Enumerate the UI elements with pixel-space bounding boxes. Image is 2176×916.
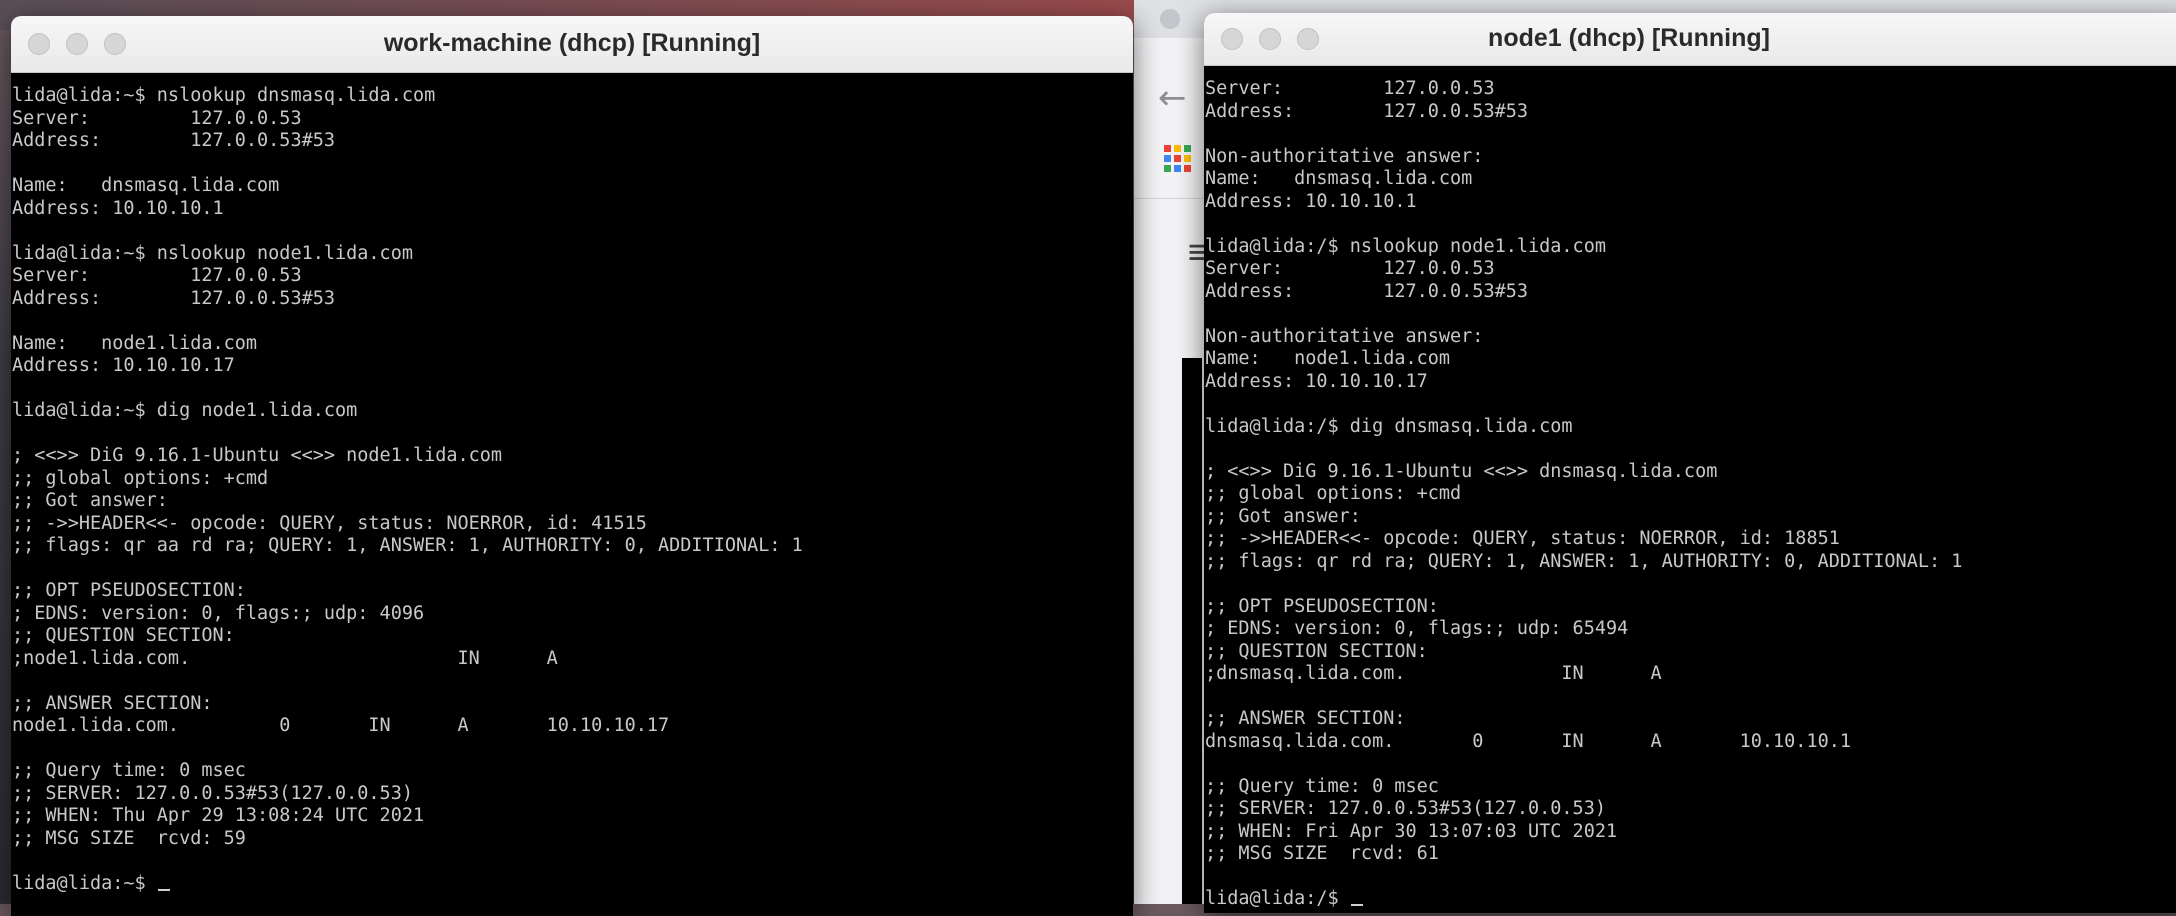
apps-grid-dot: [1184, 145, 1191, 152]
terminal-line: Server: 127.0.0.53: [12, 107, 302, 129]
terminal-line: ;; MSG SIZE rcvd: 61: [1205, 843, 1439, 864]
apps-grid-dot: [1164, 145, 1171, 152]
terminal-line: ;; SERVER: 127.0.0.53#53(127.0.0.53): [12, 782, 413, 804]
background-terminal-edge: [1182, 358, 1202, 904]
terminal-line: ;; OPT PSEUDOSECTION:: [12, 580, 246, 601]
terminal-prompt-line[interactable]: lida@lida:~$: [12, 873, 1133, 896]
arrow-left-icon[interactable]: ←: [1158, 78, 1187, 118]
terminal-cursor: [1350, 904, 1363, 906]
terminal-line: ;; global options: +cmd: [12, 467, 269, 489]
terminal-line: Server: 127.0.0.53: [1205, 78, 1495, 99]
terminal-line: ; EDNS: version: 0, flags:; udp: 65494: [1205, 618, 1629, 639]
terminal-line: ;; Got answer:: [1205, 505, 1361, 527]
terminal-line: ;; global options: +cmd: [1205, 483, 1462, 504]
browser-traffic-light[interactable]: [1160, 9, 1180, 29]
apps-grid-dot: [1174, 165, 1181, 172]
window-title: node1 (dhcp) [Running]: [1488, 24, 1770, 52]
terminal-line: ; EDNS: version: 0, flags:; udp: 4096: [12, 602, 425, 624]
window-titlebar[interactable]: work-machine (dhcp) [Running]: [11, 16, 1133, 73]
terminal-line: Name: dnsmasq.lida.com: [1205, 168, 1473, 189]
apps-grid-dot: [1174, 155, 1181, 162]
apps-grid-icon[interactable]: [1164, 145, 1191, 172]
terminal-line: ;; WHEN: Thu Apr 29 13:08:24 UTC 2021: [12, 805, 425, 826]
terminal-line: ;; flags: qr rd ra; QUERY: 1, ANSWER: 1,…: [1205, 550, 1963, 572]
vm-window-work-machine[interactable]: work-machine (dhcp) [Running] lida@lida:…: [11, 16, 1133, 916]
terminal-line: Non-authoritative answer:: [1205, 145, 1484, 167]
apps-grid-dot: [1184, 155, 1191, 162]
window-title: work-machine (dhcp) [Running]: [383, 29, 761, 57]
apps-grid-dot: [1164, 155, 1171, 162]
terminal-line: Address: 10.10.10.17: [1205, 370, 1428, 392]
terminal-line: ;; ->>HEADER<<- opcode: QUERY, status: N…: [1205, 528, 1840, 549]
terminal-line: lida@lida:/$ dig dnsmasq.lida.com: [1205, 415, 1573, 437]
terminal-prompt-line[interactable]: lida@lida:/$: [1205, 888, 2176, 911]
terminal-line: Address: 127.0.0.53#53: [1205, 280, 1529, 302]
terminal-line: ;dnsmasq.lida.com. IN A: [1205, 663, 1662, 684]
terminal-line: ;; Query time: 0 msec: [12, 760, 246, 781]
terminal-line: Name: dnsmasq.lida.com: [12, 175, 280, 196]
terminal-line: ;; MSG SIZE rcvd: 59: [12, 827, 246, 849]
terminal-prompt: lida@lida:/$: [1205, 888, 1350, 909]
terminal-line: node1.lida.com. 0 IN A 10.10.10.17: [12, 715, 670, 736]
terminal-line: ;; Got answer:: [12, 490, 168, 511]
terminal-line: lida@lida:~$ dig node1.lida.com: [12, 400, 358, 421]
apps-grid-dot: [1174, 145, 1181, 152]
terminal-line: ; <<>> DiG 9.16.1-Ubuntu <<>> dnsmasq.li…: [1205, 460, 1718, 482]
terminal-line: dnsmasq.lida.com. 0 IN A 10.10.10.1: [1205, 730, 1852, 752]
terminal-line: Name: node1.lida.com: [1205, 348, 1451, 369]
apps-grid-dot: [1164, 165, 1171, 172]
terminal-line: ;; QUESTION SECTION:: [1205, 640, 1428, 662]
terminal-line: Server: 127.0.0.53: [12, 265, 302, 286]
terminal-line: Non-authoritative answer:: [1205, 325, 1484, 347]
apps-grid-dot: [1184, 165, 1191, 172]
terminal-line: ;; ANSWER SECTION:: [12, 692, 213, 714]
terminal-line: Address: 10.10.10.1: [12, 197, 224, 219]
terminal-line: Server: 127.0.0.53: [1205, 258, 1495, 279]
terminal-console[interactable]: lida@lida:~$ nslookup dnsmasq.lida.com Se…: [11, 73, 1133, 916]
terminal-console[interactable]: Server: 127.0.0.53 Address: 127.0.0.53#53…: [1204, 66, 2176, 913]
terminal-line: Name: node1.lida.com: [12, 332, 258, 354]
terminal-line: lida@lida:~$ nslookup node1.lida.com: [12, 242, 413, 264]
terminal-line: lida@lida:/$ nslookup node1.lida.com: [1205, 235, 1606, 257]
terminal-line: ;; flags: qr aa rd ra; QUERY: 1, ANSWER:…: [12, 535, 803, 556]
terminal-cursor: [157, 888, 170, 891]
terminal-line: Address: 127.0.0.53#53: [1205, 100, 1529, 122]
terminal-line: ;; ANSWER SECTION:: [1205, 708, 1406, 729]
terminal-line: Address: 127.0.0.53#53: [12, 130, 336, 151]
terminal-line: lida@lida:~$ nslookup dnsmasq.lida.com: [12, 85, 436, 106]
terminal-line: Address: 10.10.10.17: [12, 355, 235, 376]
terminal-line: Address: 127.0.0.53#53: [12, 287, 336, 309]
terminal-line: ;; SERVER: 127.0.0.53#53(127.0.0.53): [1205, 798, 1606, 819]
terminal-line: ;; ->>HEADER<<- opcode: QUERY, status: N…: [12, 512, 647, 534]
vm-window-node1[interactable]: node1 (dhcp) [Running] Server: 127.0.0.5…: [1204, 13, 2176, 913]
terminal-line: ;; WHEN: Fri Apr 30 13:07:03 UTC 2021: [1205, 820, 1618, 842]
terminal-line: ;; QUESTION SECTION:: [12, 625, 235, 646]
terminal-line: ;node1.lida.com. IN A: [12, 647, 558, 669]
terminal-line: Address: 10.10.10.1: [1205, 190, 1417, 212]
window-titlebar[interactable]: node1 (dhcp) [Running]: [1204, 13, 2176, 66]
terminal-line: ; <<>> DiG 9.16.1-Ubuntu <<>> node1.lida…: [12, 445, 503, 466]
terminal-line: ;; OPT PSEUDOSECTION:: [1205, 595, 1439, 617]
terminal-prompt: lida@lida:~$: [12, 872, 157, 894]
terminal-line: ;; Query time: 0 msec: [1205, 775, 1439, 797]
